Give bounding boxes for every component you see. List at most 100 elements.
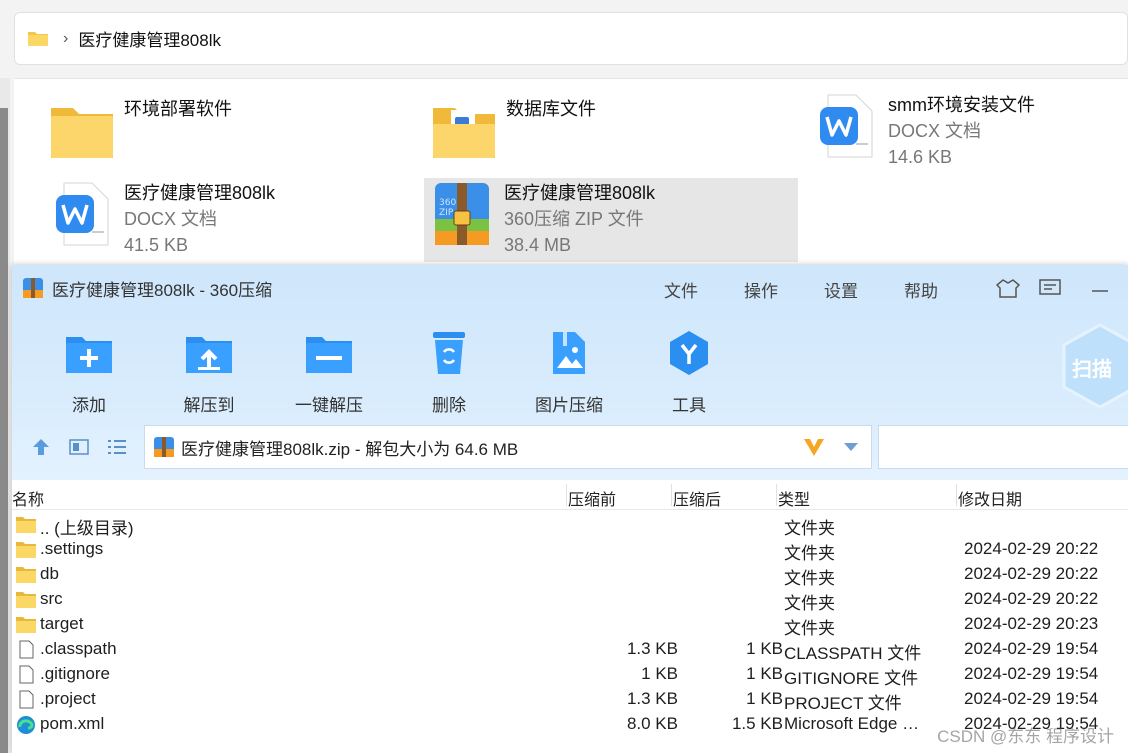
cell-type: 文件夹 [784,594,835,613]
archive-path-box[interactable]: 医疗健康管理808lk.zip - 解包大小为 64.6 MB [144,425,872,469]
window-title: 医疗健康管理808lk - 360压缩 [52,280,273,300]
column-compressed-size[interactable]: 压缩后 [673,486,721,510]
cell-original-size: 1 KB [641,664,678,683]
table-row[interactable]: .. (上级目录) 文件夹 [12,512,1128,538]
menu-file[interactable]: 文件 [664,277,698,302]
zip-app-icon [23,278,43,298]
tile-type: DOCX 文档 [124,209,218,229]
add-button[interactable]: 添加 [34,327,144,416]
tile-name: 环境部署软件 [124,99,232,119]
svg-text:ZIP: ZIP [439,208,454,218]
cell-name: .gitignore [40,664,110,683]
image-compress-icon [543,327,595,379]
up-arrow-icon[interactable] [30,437,52,457]
cell-compressed-size: 1 KB [746,689,783,708]
cell-modified-date: 2024-02-29 20:22 [964,564,1099,583]
minimize-icon[interactable] [1088,277,1112,299]
folder-icon [15,615,37,634]
table-row[interactable]: .gitignore 1 KB 1 KB GITIGNORE 文件 2024-02-29… [12,662,1128,688]
navigation-pane-edge [0,78,10,753]
title-bar[interactable]: 医疗健康管理808lk - 360压缩 [12,265,1128,311]
edge-html-icon [15,715,37,734]
tools-button[interactable]: 工具 [634,327,744,416]
tile-name: 数据库文件 [506,99,596,119]
extract-folder-icon [183,327,235,379]
svg-text:360: 360 [439,198,456,208]
tile-name: 医疗健康管理808lk [504,183,656,203]
file-tile[interactable]: 医疗健康管理808lk DOCX 文档 41.5 KB [48,180,275,258]
column-name[interactable]: 名称 [12,486,44,510]
one-click-extract-button[interactable]: 一键解压 [274,327,384,416]
menu-help[interactable]: 帮助 [904,277,938,302]
table-row[interactable]: src 文件夹 2024-02-29 20:22 [12,587,1128,613]
file-list: .. (上级目录) 文件夹 .settings 文件夹 2024-02-29 20:22… [12,512,1128,737]
search-input[interactable] [878,425,1128,469]
image-compress-button[interactable]: 图片压缩 [514,327,624,416]
one-click-extract-icon [303,327,355,379]
folder-icon [15,515,37,534]
tools-hexagon-icon [663,327,715,379]
tile-name: smm环境安装文件 [888,95,1035,115]
zip-archive-icon: 360 ZIP [428,180,496,248]
file-icon [15,690,37,709]
folder-icon [28,32,48,46]
tools-label: 工具 [672,396,706,415]
column-type[interactable]: 类型 [778,486,810,510]
navigation-row: 医疗健康管理808lk.zip - 解包大小为 64.6 MB [12,423,1128,471]
add-label: 添加 [72,396,106,415]
chevron-down-icon[interactable] [843,442,859,452]
cell-type: 文件夹 [784,619,835,638]
delete-button[interactable]: 删除 [394,327,504,416]
table-row[interactable]: target 文件夹 2024-02-29 20:23 [12,612,1128,638]
cell-type: CLASSPATH 文件 [784,644,922,663]
file-tile[interactable]: 数据库文件 [430,96,596,164]
scan-button[interactable]: 扫描 [1058,321,1128,411]
folder-icon [15,540,37,559]
feedback-icon[interactable] [1038,277,1062,299]
folder-with-doc-icon [430,96,498,164]
cell-name: target [40,614,84,633]
cell-type: PROJECT 文件 [784,694,902,713]
cell-modified-date: 2024-02-29 19:54 [964,689,1099,708]
cell-name: src [40,589,63,608]
extract-to-button[interactable]: 解压到 [154,327,264,416]
image-compress-label: 图片压缩 [535,396,603,415]
tile-type: DOCX 文档 [888,121,982,141]
menu-settings[interactable]: 设置 [824,277,858,302]
table-row[interactable]: db 文件夹 2024-02-29 20:22 [12,562,1128,588]
column-original-size[interactable]: 压缩前 [568,486,616,510]
table-row[interactable]: .project 1.3 KB 1 KB PROJECT 文件 2024-02-29 1… [12,687,1128,713]
menu-operation[interactable]: 操作 [744,277,778,302]
cell-compressed-size: 1 KB [746,639,783,658]
skin-shirt-icon[interactable] [996,277,1020,299]
file-tile[interactable]: smm环境安装文件 DOCX 文档 14.6 KB [812,92,1035,170]
archive-path-text: 医疗健康管理808lk.zip - 解包大小为 64.6 MB [181,439,519,459]
breadcrumb[interactable]: 医疗健康管理808lk [78,26,221,51]
file-tile[interactable]: 环境部署软件 [48,96,232,164]
cell-type: GITIGNORE 文件 [784,669,919,688]
file-tile-selected[interactable]: 360 ZIP 医疗健康管理808lk 360压缩 ZIP 文件 38.4 MB [424,178,798,262]
folder-icon [15,590,37,609]
folder-icon [15,565,37,584]
cell-type: Microsoft Edge HT... [784,714,929,733]
one-click-extract-label: 一键解压 [295,396,363,415]
delete-label: 删除 [432,396,466,415]
column-modified-date[interactable]: 修改日期 [958,486,1022,510]
v-logo-icon[interactable] [803,436,825,458]
cell-modified-date: 2024-02-29 20:22 [964,539,1099,558]
file-icon [15,640,37,659]
cell-name: pom.xml [40,714,105,733]
address-bar[interactable]: › 医疗健康管理808lk [14,12,1128,65]
chevron-right-icon: › [63,29,69,47]
file-icon [15,665,37,684]
thumbnail-view-icon[interactable] [68,437,90,457]
wps-doc-icon [48,180,116,248]
zip-file-icon [154,437,174,457]
table-row[interactable]: .classpath 1.3 KB 1 KB CLASSPATH 文件 2024-02-… [12,637,1128,663]
cell-name: .classpath [40,639,117,658]
table-row[interactable]: .settings 文件夹 2024-02-29 20:22 [12,537,1128,563]
cell-type: 文件夹 [784,544,835,563]
cell-type: 文件夹 [784,569,835,588]
list-view-icon[interactable] [106,437,128,457]
cell-modified-date: 2024-02-29 19:54 [964,639,1099,658]
